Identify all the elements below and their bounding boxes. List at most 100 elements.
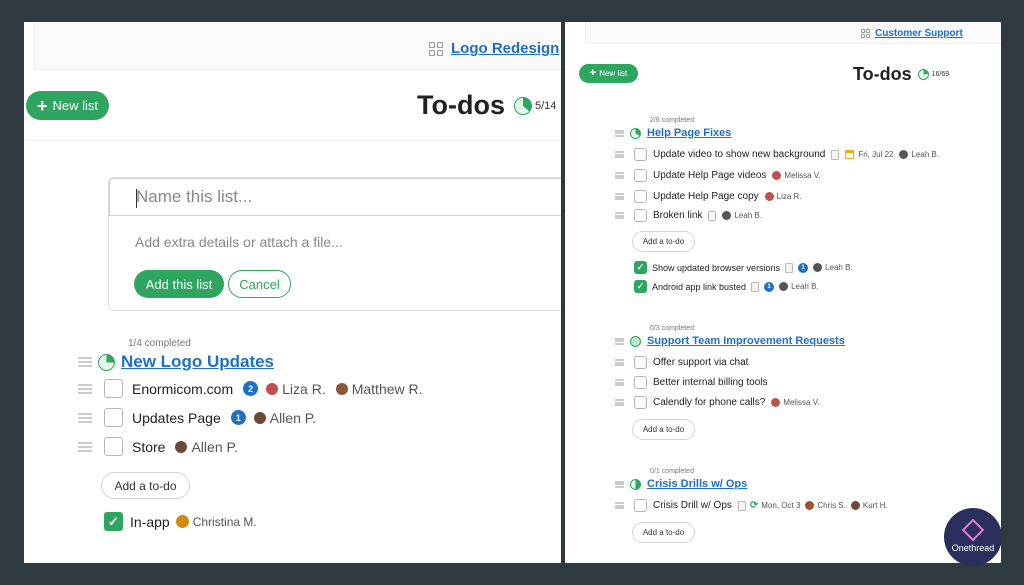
- list-header: Crisis Drills w/ Ops: [615, 478, 747, 490]
- drag-handle-icon[interactable]: [615, 129, 624, 137]
- todo-text[interactable]: Enormicom.com: [132, 381, 233, 397]
- project-grid-icon: [861, 29, 870, 38]
- todo-checkbox[interactable]: [634, 169, 647, 182]
- drag-handle-icon[interactable]: [615, 359, 624, 366]
- onethread-logo: Onethread: [944, 508, 1002, 566]
- assignee-name: Leah B.: [734, 211, 763, 220]
- todo-text[interactable]: Calendly for phone calls?: [653, 397, 765, 408]
- todo-item: Update Help Page copy Liza R.: [615, 190, 802, 203]
- list-progress-pie-icon: [98, 353, 115, 371]
- drag-handle-icon[interactable]: [615, 480, 624, 488]
- project-link-label[interactable]: Customer Support: [875, 28, 963, 39]
- list-title-help-page-fixes[interactable]: Help Page Fixes: [647, 127, 731, 139]
- todo-checkbox[interactable]: [634, 376, 647, 389]
- drag-handle-icon[interactable]: [78, 412, 92, 423]
- progress-pie-icon: [917, 69, 929, 80]
- page-title: To-dos 5/14: [417, 90, 556, 121]
- todo-text[interactable]: Update Help Page copy: [653, 191, 759, 202]
- todo-count: 16/69: [931, 71, 950, 78]
- project-link-label[interactable]: Logo Redesign: [451, 40, 559, 57]
- assignee: Kurt H.: [850, 501, 888, 510]
- todo-checkbox[interactable]: [104, 379, 123, 398]
- project-link-customer-support[interactable]: Customer Support: [861, 28, 963, 39]
- project-link-logo-redesign[interactable]: Logo Redesign: [429, 40, 559, 57]
- drag-handle-icon[interactable]: [615, 379, 624, 386]
- new-list-button[interactable]: + New list: [26, 91, 109, 120]
- list-title-support-team-improvement-requests[interactable]: Support Team Improvement Requests: [647, 335, 845, 347]
- drag-handle-icon[interactable]: [78, 383, 92, 394]
- assignee: Allen P.: [175, 439, 238, 455]
- todo-text[interactable]: Update Help Page videos: [653, 170, 766, 181]
- todo-checkbox[interactable]: [634, 356, 647, 369]
- right-screenshot-panel: Customer Support + New list To-dos 16/69…: [565, 22, 1001, 563]
- todo-text[interactable]: In-app: [130, 514, 170, 530]
- due-date[interactable]: Mon, Oct 3: [761, 501, 800, 510]
- assignee: Melissa V.: [772, 171, 821, 180]
- list-name-input[interactable]: Name this list...: [109, 178, 561, 216]
- assignee: Chris S.: [805, 501, 846, 510]
- checked-checkbox-icon[interactable]: ✓: [104, 512, 123, 531]
- cancel-button[interactable]: Cancel: [228, 270, 291, 298]
- todo-checkbox[interactable]: [634, 396, 647, 409]
- todo-checkbox[interactable]: [634, 148, 647, 161]
- todo-text[interactable]: Update video to show new background: [653, 149, 825, 160]
- todo-text[interactable]: Store: [132, 439, 165, 455]
- avatar: [253, 411, 266, 424]
- todo-checkbox[interactable]: [634, 190, 647, 203]
- list-title-new-logo-updates[interactable]: New Logo Updates: [121, 352, 274, 372]
- assignee: Leah B.: [899, 150, 939, 159]
- note-icon: [751, 281, 760, 292]
- drag-handle-icon[interactable]: [78, 441, 92, 452]
- due-date[interactable]: Fri, Jul 22: [858, 150, 893, 159]
- list-completed-meta: 1/4 completed: [128, 338, 191, 349]
- note-icon: [737, 500, 746, 511]
- todo-item: Better internal billing tools: [615, 376, 768, 389]
- plus-icon: +: [589, 67, 597, 79]
- add-todo-button[interactable]: Add a to-do: [632, 231, 695, 252]
- assignee-name: Kurt H.: [862, 501, 888, 510]
- todo-item: Broken link Leah B.: [615, 209, 762, 222]
- todo-text[interactable]: Updates Page: [132, 410, 221, 426]
- drag-handle-icon[interactable]: [615, 212, 624, 219]
- todo-checkbox[interactable]: [104, 437, 123, 456]
- todo-item: Offer support via chat: [615, 356, 748, 369]
- add-this-list-button[interactable]: Add this list: [134, 270, 224, 298]
- avatar: [779, 282, 789, 291]
- comment-count-badge[interactable]: 1: [764, 281, 775, 292]
- drag-handle-icon[interactable]: [615, 399, 624, 406]
- assignee: Christina M.: [175, 515, 257, 529]
- todo-text[interactable]: Better internal billing tools: [653, 377, 768, 388]
- comment-count-badge[interactable]: 1: [230, 410, 246, 425]
- list-title-crisis-drills[interactable]: Crisis Drills w/ Ops: [647, 478, 747, 490]
- add-todo-button[interactable]: Add a to-do: [101, 472, 190, 499]
- todo-text[interactable]: Show updated browser versions: [652, 263, 780, 273]
- drag-handle-icon[interactable]: [615, 502, 624, 509]
- comment-count-badge[interactable]: 2: [243, 381, 259, 396]
- note-icon: [831, 149, 840, 160]
- todo-text[interactable]: Android app link busted: [652, 282, 746, 292]
- drag-handle-icon[interactable]: [615, 151, 624, 158]
- drag-handle-icon[interactable]: [615, 337, 624, 345]
- avatar: [722, 211, 732, 220]
- comment-count-badge[interactable]: 1: [798, 262, 809, 273]
- drag-handle-icon[interactable]: [615, 193, 624, 200]
- avatar: [335, 382, 348, 395]
- todo-checkbox[interactable]: [104, 408, 123, 427]
- drag-handle-icon[interactable]: [615, 172, 624, 179]
- add-todo-button[interactable]: Add a to-do: [632, 419, 695, 440]
- add-todo-button[interactable]: Add a to-do: [632, 522, 695, 543]
- todo-text[interactable]: Broken link: [653, 210, 702, 221]
- todo-checkbox[interactable]: [634, 209, 647, 222]
- todo-checkbox[interactable]: [634, 499, 647, 512]
- checked-checkbox-icon[interactable]: ✓: [634, 280, 647, 293]
- assignee: Matthew R.: [335, 381, 423, 397]
- checked-checkbox-icon[interactable]: ✓: [634, 261, 647, 274]
- drag-handle-icon[interactable]: [78, 357, 92, 367]
- todo-text[interactable]: Offer support via chat: [653, 357, 748, 368]
- todo-item: Updates Page 1 Allen P.: [78, 408, 316, 427]
- avatar: [771, 398, 781, 407]
- todo-text[interactable]: Crisis Drill w/ Ops: [653, 500, 732, 511]
- plus-icon: +: [36, 95, 48, 116]
- new-list-button[interactable]: + New list: [579, 64, 638, 83]
- list-details-input[interactable]: Add extra details or attach a file...: [135, 234, 343, 250]
